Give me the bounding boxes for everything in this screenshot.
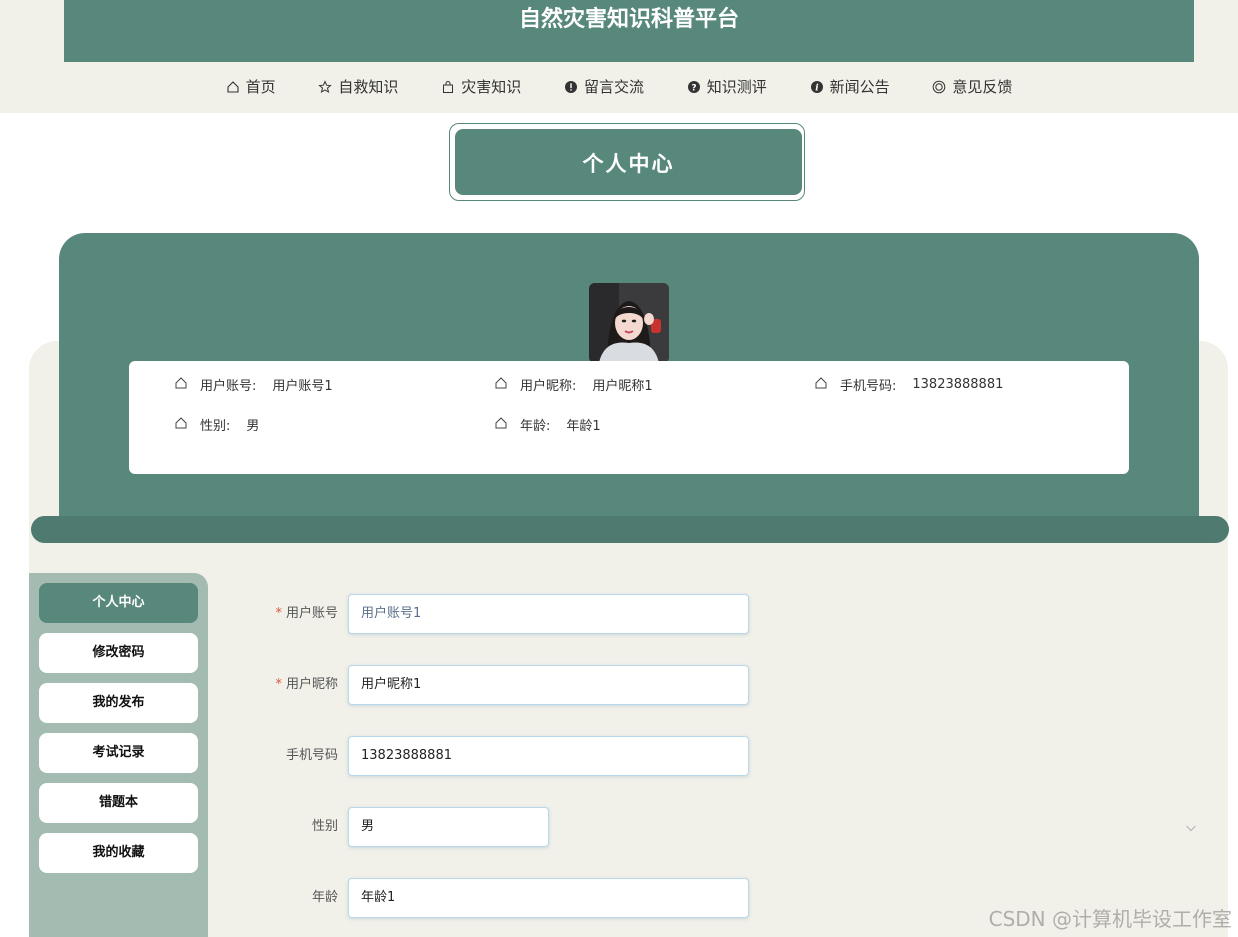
page-title: 个人中心 <box>455 129 802 195</box>
profile-field-label: 年龄: <box>520 419 551 434</box>
nav-item-label: 灾害知识 <box>461 78 522 96</box>
nav-item-label: 自救知识 <box>338 78 399 96</box>
profile-field-label: 用户账号: <box>200 379 257 394</box>
profile-field-nickname: 用户昵称: 用户昵称1 <box>494 375 653 394</box>
home-icon <box>226 80 240 94</box>
home-icon <box>174 416 188 434</box>
required-mark: * <box>275 677 282 692</box>
gender-select[interactable]: 男 <box>348 807 549 847</box>
nav-item-label: 意见反馈 <box>952 78 1013 96</box>
nav-item-messages[interactable]: 留言交流 <box>564 76 644 97</box>
account-input[interactable]: 用户账号1 <box>348 594 749 634</box>
profile-field-label: 用户昵称: <box>520 379 577 394</box>
svg-text:i: i <box>815 83 819 93</box>
main-nav: 首页 自救知识 灾害知识 留言交流 ? 知识测评 i 新闻公告 意见反馈 <box>0 76 1238 102</box>
svg-text:?: ? <box>691 83 696 93</box>
profile-field-account: 用户账号: 用户账号1 <box>174 375 333 394</box>
sidebar-item-change-password[interactable]: 修改密码 <box>39 633 198 673</box>
bag-icon <box>441 80 455 94</box>
nav-item-label: 首页 <box>245 78 276 96</box>
profile-field-value: 13823888881 <box>912 377 1004 392</box>
nav-item-news[interactable]: i 新闻公告 <box>810 76 890 97</box>
profile-field-age: 年龄: 年龄1 <box>494 415 601 434</box>
alert-icon <box>564 80 578 94</box>
sidebar-item-profile[interactable]: 个人中心 <box>39 583 198 623</box>
required-mark: * <box>275 606 282 621</box>
phone-input[interactable]: 13823888881 <box>348 736 749 776</box>
profile-field-label: 手机号码: <box>840 379 897 394</box>
account-label: * 用户账号 <box>275 606 338 621</box>
star-icon <box>318 79 333 94</box>
nav-item-label: 新闻公告 <box>829 78 890 96</box>
sidebar-item-exam-records[interactable]: 考试记录 <box>39 733 198 773</box>
chevron-down-icon[interactable] <box>1184 820 1198 839</box>
sidebar-item-my-posts[interactable]: 我的发布 <box>39 683 198 723</box>
profile-field-phone: 手机号码: 13823888881 <box>814 375 1003 394</box>
age-input[interactable]: 年龄1 <box>348 878 749 918</box>
watermark: CSDN @计算机毕设工作室 <box>988 907 1232 931</box>
profile-field-value: 用户昵称1 <box>592 379 653 394</box>
nav-item-disaster-knowledge[interactable]: 灾害知识 <box>441 76 521 97</box>
nickname-label: * 用户昵称 <box>275 677 338 692</box>
nav-item-home[interactable]: 首页 <box>226 76 276 97</box>
phone-label: 手机号码 <box>285 748 338 763</box>
home-icon <box>494 376 508 394</box>
profile-field-value: 年龄1 <box>566 419 601 434</box>
home-icon <box>814 376 828 394</box>
profile-field-value: 用户账号1 <box>272 379 333 394</box>
nav-item-label: 留言交流 <box>583 78 644 96</box>
profile-card-base <box>31 516 1229 543</box>
home-icon <box>494 416 508 434</box>
gender-label: 性别 <box>311 819 338 834</box>
profile-field-label: 性别: <box>200 419 231 434</box>
avatar <box>589 283 669 363</box>
profile-field-gender: 性别: 男 <box>174 415 259 434</box>
sidebar-item-wrong-questions[interactable]: 错题本 <box>39 783 198 823</box>
info-icon: i <box>810 80 824 94</box>
help-icon: ? <box>687 80 701 94</box>
age-label: 年龄 <box>311 890 338 905</box>
home-icon <box>174 376 188 394</box>
nav-item-quiz[interactable]: ? 知识测评 <box>687 76 767 97</box>
nav-item-self-rescue[interactable]: 自救知识 <box>318 76 398 97</box>
smile-icon <box>932 80 946 94</box>
nav-item-feedback[interactable]: 意见反馈 <box>932 76 1012 97</box>
profile-field-value: 男 <box>246 419 260 434</box>
sidebar-item-favorites[interactable]: 我的收藏 <box>39 833 198 873</box>
nav-item-label: 知识测评 <box>706 78 767 96</box>
site-title: 自然灾害知识科普平台 <box>64 0 1194 62</box>
nickname-input[interactable]: 用户昵称1 <box>348 665 749 705</box>
